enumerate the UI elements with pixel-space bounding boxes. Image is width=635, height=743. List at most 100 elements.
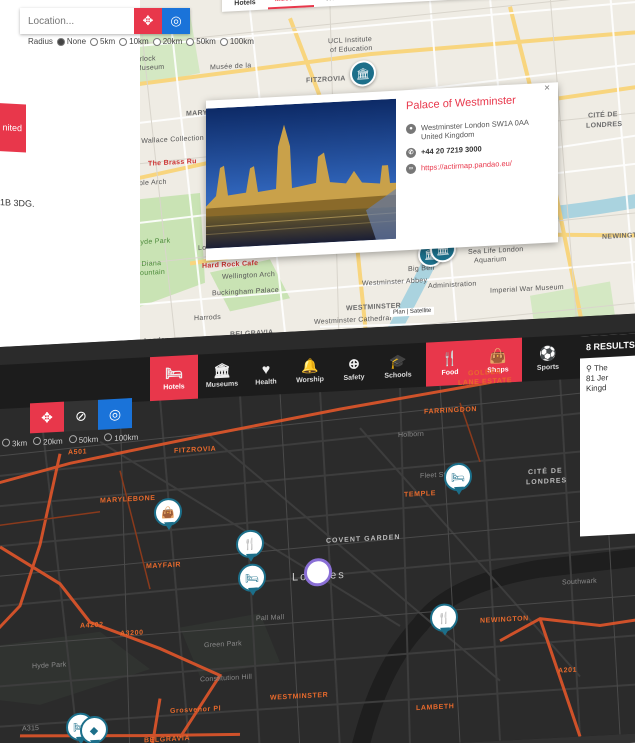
bed-icon: 🛏 [165, 364, 183, 382]
museum-icon: 🏛 [356, 67, 370, 81]
dark-category-sports[interactable]: ⚽ Sports [524, 335, 572, 382]
results-panel: 8 RESULTS ⚲ The 81 Jer Kingd [580, 330, 635, 537]
stage: 🛏Hotels🏛Museums♥Health🔔Worship⊕Safety🎓Sc… [0, 0, 635, 743]
radius-option-label: 10km [129, 37, 149, 46]
result-line: 81 Jer [586, 373, 609, 384]
category-label: Schools [384, 371, 412, 380]
radius-option-label: 3km [12, 438, 28, 449]
category-label: Health [255, 377, 277, 387]
dark-radius-option-3km[interactable]: 3km [2, 438, 27, 449]
target-icon: ◎ [108, 405, 122, 422]
radio-icon [2, 438, 10, 447]
popup-phone-row: ✆ +44 20 7219 3000 [406, 144, 482, 159]
result-title: The [593, 363, 608, 373]
category-label: Food [441, 368, 459, 377]
radius-option-label: 100km [114, 432, 139, 443]
radius-option-label: 50km [196, 37, 216, 46]
map-label: Holborn [398, 430, 424, 440]
cutlery-icon: 🍴 [441, 349, 459, 367]
selected-result-text: nited [2, 122, 22, 134]
map-label: Fleet St [420, 471, 446, 480]
popup-address-line1: Westminster London SW1A 0AA [421, 117, 529, 133]
locate-icon: ✥ [142, 13, 154, 28]
satellite-button[interactable]: Satellite [410, 308, 431, 315]
location-pin-icon: ⚲ [586, 363, 592, 374]
bed-icon: 🛏 [245, 571, 259, 585]
diamond-icon: ◆ [89, 724, 99, 737]
radius-option-100km[interactable]: 100km [219, 37, 254, 46]
ball-icon: ⚽ [539, 344, 557, 362]
radio-icon [68, 434, 77, 444]
map-label: Pall Mall [256, 614, 285, 623]
cutlery-icon: 🍴 [243, 537, 257, 551]
radius-option-none[interactable]: None [56, 37, 87, 46]
popup-close-button[interactable]: × [544, 83, 550, 94]
radius-option-5km[interactable]: 5km [90, 37, 115, 46]
map-label: A3200 [120, 629, 144, 638]
dark-category-worship[interactable]: 🔔 Worship [286, 347, 334, 394]
dark-radius-option-20km[interactable]: 20km [33, 436, 63, 448]
map-label: A315 [22, 724, 40, 733]
dark-map-view: 🛏 Hotels 🏛 Museums ♥ Health 🔔 Worship ⊕ Safety 🎓 Sc… [0, 310, 635, 743]
graduation-icon: 🎓 [389, 352, 407, 370]
radius-label: Radius [28, 37, 53, 46]
dark-clear-button[interactable]: ⊘ [64, 399, 98, 432]
radius-option-10km[interactable]: 10km [119, 37, 149, 46]
dark-radius-option-50km[interactable]: 50km [68, 434, 99, 446]
map-label: A201 [558, 666, 578, 675]
phone-icon: ✆ [406, 147, 416, 159]
popup-title: Palace of Westminster [406, 94, 516, 113]
result-item[interactable]: ⚲ The 81 Jer Kingd [580, 352, 635, 394]
dark-locate-button[interactable]: ✥ [30, 401, 64, 434]
dark-radius-option-100km[interactable]: 100km [104, 432, 138, 444]
heart-icon: ♥ [261, 360, 271, 377]
radius-option-20km[interactable]: 20km [152, 37, 182, 46]
radio-icon [90, 37, 99, 46]
target-icon: ◎ [170, 13, 182, 28]
dark-category-health[interactable]: ♥ Health [242, 350, 290, 397]
dark-target-button[interactable]: ◎ [98, 398, 132, 430]
bag-icon: 👜 [489, 347, 507, 365]
category-label: Health [326, 0, 347, 2]
dark-category-museums[interactable]: 🏛 Museums [198, 352, 246, 399]
radio-icon [56, 37, 65, 46]
popup-phone: +44 20 7219 3000 [421, 144, 482, 157]
radius-option-label: 20km [43, 436, 63, 447]
target-button[interactable]: ◎ [162, 8, 190, 34]
radio-icon [219, 37, 228, 46]
lifebuoy-icon: ⊕ [348, 355, 360, 372]
map-label: A501 [68, 448, 88, 457]
cutlery-icon: 🍴 [437, 611, 451, 625]
popup-address-line2: United Kingdom [421, 129, 475, 142]
radius-option-label: 100km [229, 37, 254, 46]
radius-option-50km[interactable]: 50km [186, 37, 216, 46]
radius-option-label: 5km [100, 37, 116, 46]
jewelry-pin[interactable]: ◆ [80, 715, 108, 743]
popup-address-row: ● Westminster London SW1A 0AA United King… [406, 118, 529, 142]
place-popup: × Palace of Westminster ● Westminster Lo… [206, 82, 558, 261]
radio-icon [33, 436, 42, 446]
map-label: A4202 [80, 621, 104, 630]
museum-icon: 🏛 [213, 361, 231, 379]
category-label: Worship [296, 375, 324, 385]
map-label: BELGRAVIA [144, 734, 191, 743]
plan-button[interactable]: Plan [393, 309, 405, 316]
locate-icon: ✥ [41, 408, 53, 426]
category-label: Hotels [234, 0, 256, 8]
dark-category-safety[interactable]: ⊕ Safety [330, 345, 378, 392]
result-address: 1B 3DG. [0, 197, 35, 209]
location-search-input[interactable] [20, 8, 134, 34]
popup-url-row: ∞ https://actirmap.pandao.eu/ [406, 159, 512, 175]
radius-option-label: 50km [78, 434, 99, 445]
map-label: Harrods [194, 313, 221, 323]
radius-option-label: None [66, 37, 87, 46]
bell-icon: 🔔 [301, 357, 319, 375]
dark-category-schools[interactable]: 🎓 Schools [374, 343, 422, 390]
popup-url-link[interactable]: https://actirmap.pandao.eu/ [421, 159, 512, 174]
result-line: Kingd [586, 383, 607, 394]
selected-result[interactable]: nited [0, 99, 26, 153]
dark-category-hotels[interactable]: 🛏 Hotels [150, 354, 198, 402]
radio-icon [152, 37, 161, 46]
bag-icon: 👜 [161, 506, 175, 520]
locate-button[interactable]: ✥ [134, 8, 162, 34]
